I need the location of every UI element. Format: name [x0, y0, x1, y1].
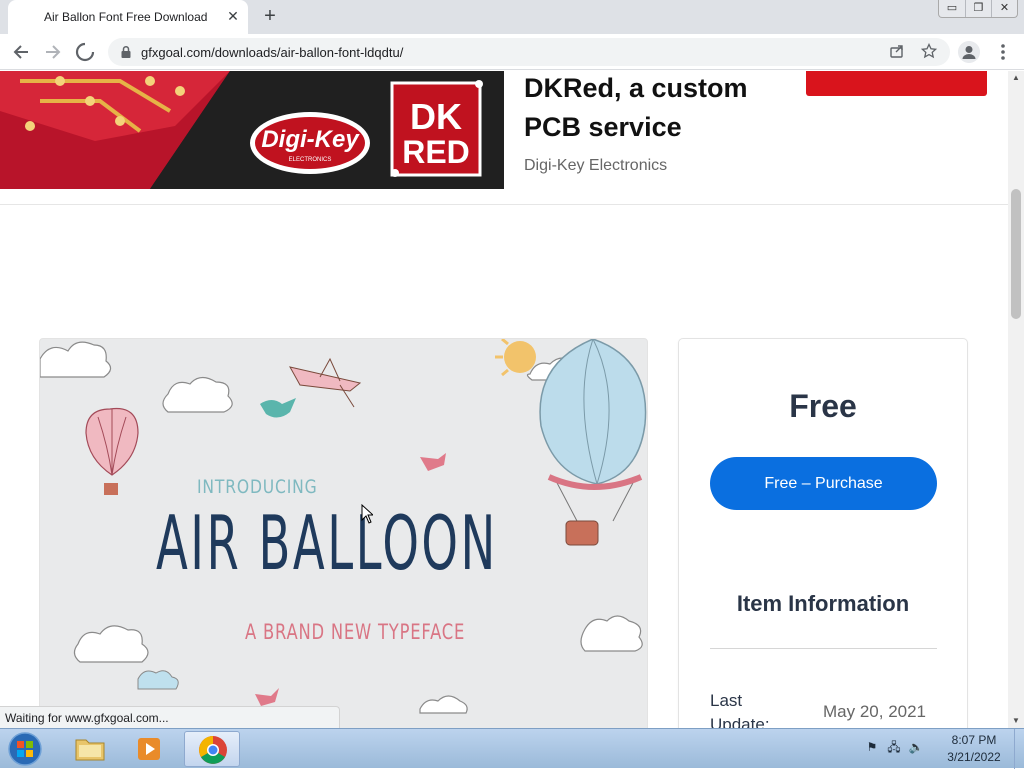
loading-spinner-icon	[75, 42, 95, 62]
minimize-button[interactable]: ▭	[939, 0, 965, 17]
tab-close-icon[interactable]: ✕	[224, 7, 242, 25]
address-bar[interactable]: gfxgoal.com/downloads/air-ballon-font-ld…	[108, 38, 950, 66]
taskbar-clock[interactable]: 8:07 PM 3/21/2022	[938, 732, 1010, 766]
back-arrow-icon	[13, 45, 28, 59]
advertisement[interactable]: Digi-Key ELECTRONICS DK RED DKRed, a cus…	[0, 71, 1008, 205]
ad-image[interactable]: Digi-Key ELECTRONICS DK RED	[0, 71, 504, 189]
window-controls: ▭ ❐ ✕	[938, 0, 1018, 18]
taskbar-chrome[interactable]	[184, 731, 240, 767]
lock-icon	[121, 45, 131, 58]
forward-arrow-icon	[46, 45, 61, 59]
purchase-card: Free Free – Purchase Item Information La…	[678, 338, 968, 728]
preview-subtitle-text: A BRAND NEW TYPEFACE	[245, 620, 466, 644]
preview-intro-text: INTRODUCING	[197, 476, 318, 498]
taskbar-explorer[interactable]	[62, 731, 118, 767]
font-preview-image[interactable]: INTRODUCING AIR BALLOON A BRAND NEW TYPE…	[39, 338, 648, 728]
scrollbar-thumb[interactable]	[1011, 189, 1021, 319]
share-icon[interactable]	[888, 43, 906, 61]
scroll-up-arrow-icon[interactable]: ▲	[1008, 71, 1024, 85]
show-desktop-button[interactable]	[1014, 729, 1024, 769]
close-window-button[interactable]: ✕	[991, 0, 1017, 17]
ad-sponsor: Digi-Key Electronics	[524, 157, 668, 174]
forward-button[interactable]	[40, 39, 66, 65]
ad-logo-subtext: ELECTRONICS	[289, 157, 332, 163]
last-update-label: Last Update:	[710, 691, 770, 728]
active-tab[interactable]: Air Ballon Font Free Download ✕	[8, 0, 248, 34]
ad-badge-line2: RED	[402, 134, 470, 170]
new-tab-button[interactable]: +	[258, 4, 282, 28]
media-player-icon	[138, 738, 160, 760]
free-purchase-button[interactable]: Free – Purchase	[710, 457, 937, 510]
mouse-cursor-icon	[361, 504, 373, 524]
tab-strip: Air Ballon Font Free Download ✕ + ▭ ❐ ✕	[0, 0, 1024, 34]
profile-avatar-icon[interactable]	[958, 41, 980, 63]
ad-headline[interactable]: DKRed, a custom PCB service	[524, 71, 784, 147]
vertical-scrollbar[interactable]: ▲ ▼	[1008, 71, 1024, 728]
network-icon[interactable]: 🖧	[886, 739, 902, 755]
action-center-flag-icon[interactable]: ⚑	[864, 739, 880, 755]
start-button[interactable]	[4, 730, 46, 768]
volume-icon[interactable]: 🔈	[908, 739, 924, 755]
clock-time: 8:07 PM	[951, 733, 997, 747]
system-tray: ⚑ 🖧 🔈	[864, 739, 924, 755]
browser-menu-icon[interactable]	[994, 39, 1012, 65]
stop-loading-button[interactable]	[72, 39, 98, 65]
status-bar: Waiting for www.gfxgoal.com...	[0, 706, 340, 728]
last-update-value: May 20, 2021	[823, 702, 927, 721]
price-label: Free	[789, 388, 857, 424]
preview-title-text: AIR BALLOON	[156, 499, 498, 587]
ad-logo-text: Digi-Key	[261, 126, 360, 153]
scroll-down-arrow-icon[interactable]: ▼	[1008, 714, 1024, 728]
item-information-heading: Item Information	[736, 591, 910, 616]
restore-button[interactable]: ❐	[965, 0, 991, 17]
windows-taskbar: ⚑ 🖧 🔈 8:07 PM 3/21/2022	[0, 728, 1024, 769]
ad-badge-line1: DK	[410, 96, 462, 137]
back-button[interactable]	[8, 39, 34, 65]
clock-date: 3/21/2022	[947, 750, 1001, 764]
bookmark-star-icon[interactable]	[920, 42, 938, 61]
page-viewport: Digi-Key ELECTRONICS DK RED DKRed, a cus…	[0, 71, 1008, 728]
windows-logo-icon	[8, 732, 42, 766]
tab-title: Air Ballon Font Free Download	[44, 10, 208, 24]
ad-cta-button[interactable]	[806, 71, 987, 96]
chrome-icon	[199, 736, 227, 764]
taskbar-media-player[interactable]	[122, 731, 178, 767]
browser-toolbar: gfxgoal.com/downloads/air-ballon-font-ld…	[0, 34, 1024, 70]
url-text[interactable]: gfxgoal.com/downloads/air-ballon-font-ld…	[141, 45, 403, 60]
divider	[710, 648, 937, 649]
pcb-illustration: Digi-Key ELECTRONICS DK RED	[0, 71, 504, 189]
folder-icon	[75, 739, 105, 761]
